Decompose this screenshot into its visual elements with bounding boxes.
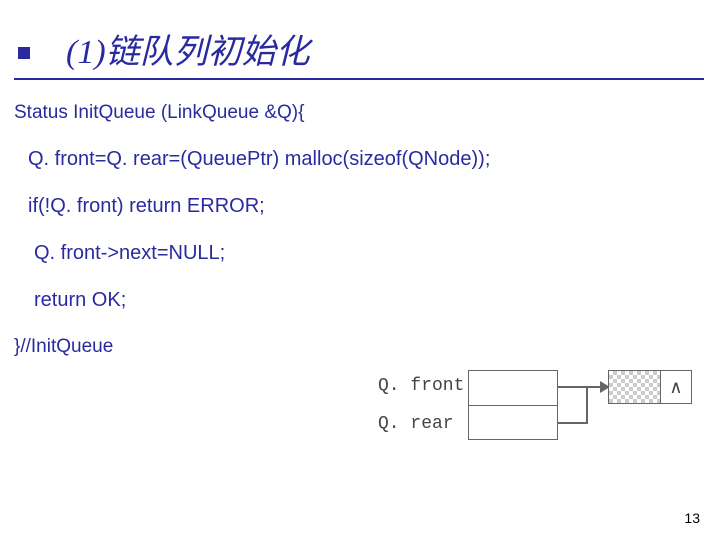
code-closing: }//InitQueue [14,336,706,358]
diagram-label-front: Q. front [378,376,464,396]
code-line-4: return OK; [34,289,706,312]
diagram-node-data [609,371,661,403]
code-line-2: if(!Q. front) return ERROR; [28,195,706,218]
diagram-queue-struct [468,370,558,440]
diagram-arrow-rear [558,422,588,424]
diagram-node-next: ∧ [661,371,691,403]
diagram-node: ∧ [608,370,692,404]
queue-diagram: Q. front Q. rear ∧ [378,370,708,460]
diagram-label-rear: Q. rear [378,414,454,434]
title-bullet [18,47,30,59]
title-underline [14,78,704,80]
code-line-3: Q. front->next=NULL; [34,242,706,265]
page-number: 13 [684,510,700,526]
code-signature: Status InitQueue (LinkQueue &Q){ [14,102,706,124]
slide-title: (1)链队列初始化 [66,24,310,73]
code-line-1: Q. front=Q. rear=(QueuePtr) malloc(sizeo… [28,148,706,171]
